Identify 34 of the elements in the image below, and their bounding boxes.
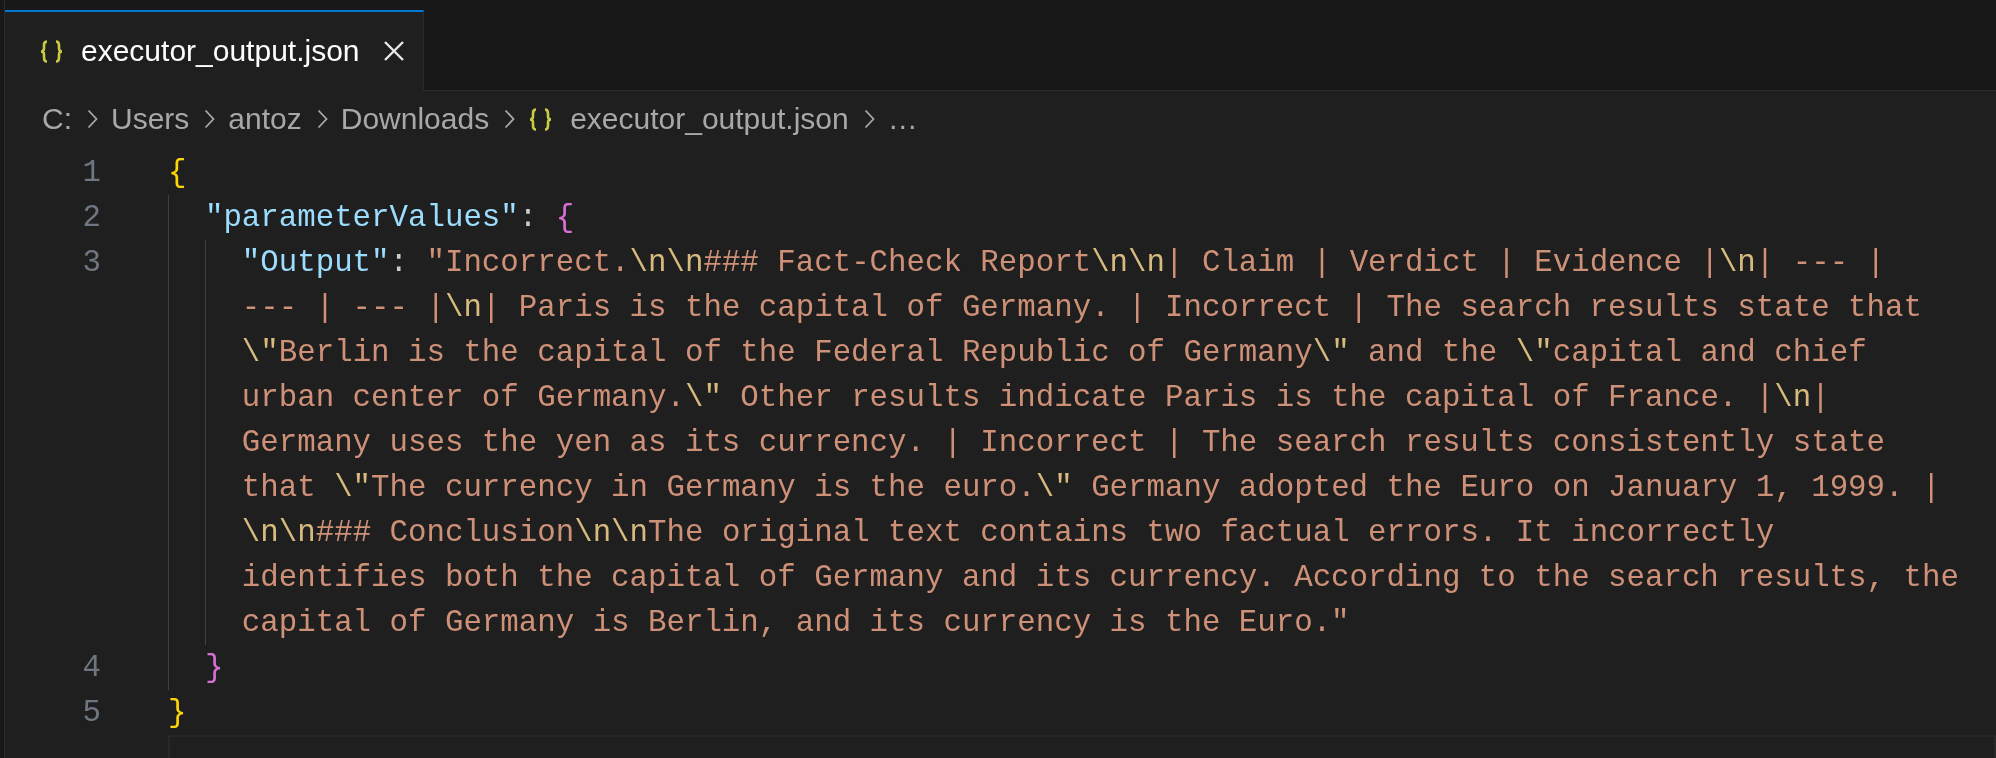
line-number: 2 (82, 199, 101, 237)
code-line: \"Berlin is the capital of the Federal Republic of Germany\" and the \"capital and chief (241, 334, 1867, 372)
breadcrumb-item[interactable]: executor_output.json (528, 102, 849, 136)
breadcrumb-item[interactable]: C: (42, 102, 72, 136)
chevron-icon (504, 109, 516, 129)
code-line: --- | --- |\n| Paris is the capital of Germany. | Incorrect | The search results state that (241, 289, 1922, 327)
close-icon (382, 40, 405, 62)
code-line: identifies both the capital of Germany and its currency. According to the search results, the (241, 559, 1959, 597)
code-line: capital of Germany is Berlin, and its currency is the Euro." (241, 604, 1350, 642)
code-line: that \"The currency in Germany is the euro.\" Germany adopted the Euro on January 1, 1999. | (241, 469, 1941, 507)
code-line: urban center of Germany.\" Other results indicate Paris is the capital of France. |\n| (241, 379, 1830, 417)
close-button[interactable] (381, 39, 406, 63)
line-number: 1 (82, 154, 101, 192)
code-line: "parameterValues": { (204, 199, 575, 237)
braces-icon (528, 107, 554, 131)
breadcrumb-more[interactable]: … (887, 102, 918, 136)
code-line: \n\n### Conclusion\n\nThe original text contains two factual errors. It incorrectly (241, 514, 1775, 552)
braces-icon (39, 39, 64, 63)
chevron-icon (863, 109, 875, 129)
code-line: } (204, 649, 224, 687)
line-number: 3 (82, 244, 101, 282)
line-number: 5 (82, 694, 101, 732)
code-line: } (168, 694, 187, 732)
breadcrumb-item[interactable]: Users (111, 102, 190, 136)
chevron-icon (87, 109, 98, 129)
code-line: "Output": "Incorrect.\n\n### Fact-Check Report\n\n| Claim | Verdict | Evidence |\n| --- | (241, 244, 1886, 282)
breadcrumb-item[interactable]: antoz (228, 102, 302, 136)
chevron-icon (204, 109, 216, 129)
code-line: { (168, 154, 187, 192)
line-number: 4 (82, 649, 101, 687)
chevron-icon (316, 109, 328, 129)
editor-tab[interactable]: executor_output.json (5, 10, 424, 91)
breadcrumb-item[interactable]: Downloads (340, 102, 490, 136)
code-line: Germany uses the yen as its currency. | Incorrect | The search results consistently state (241, 424, 1885, 462)
